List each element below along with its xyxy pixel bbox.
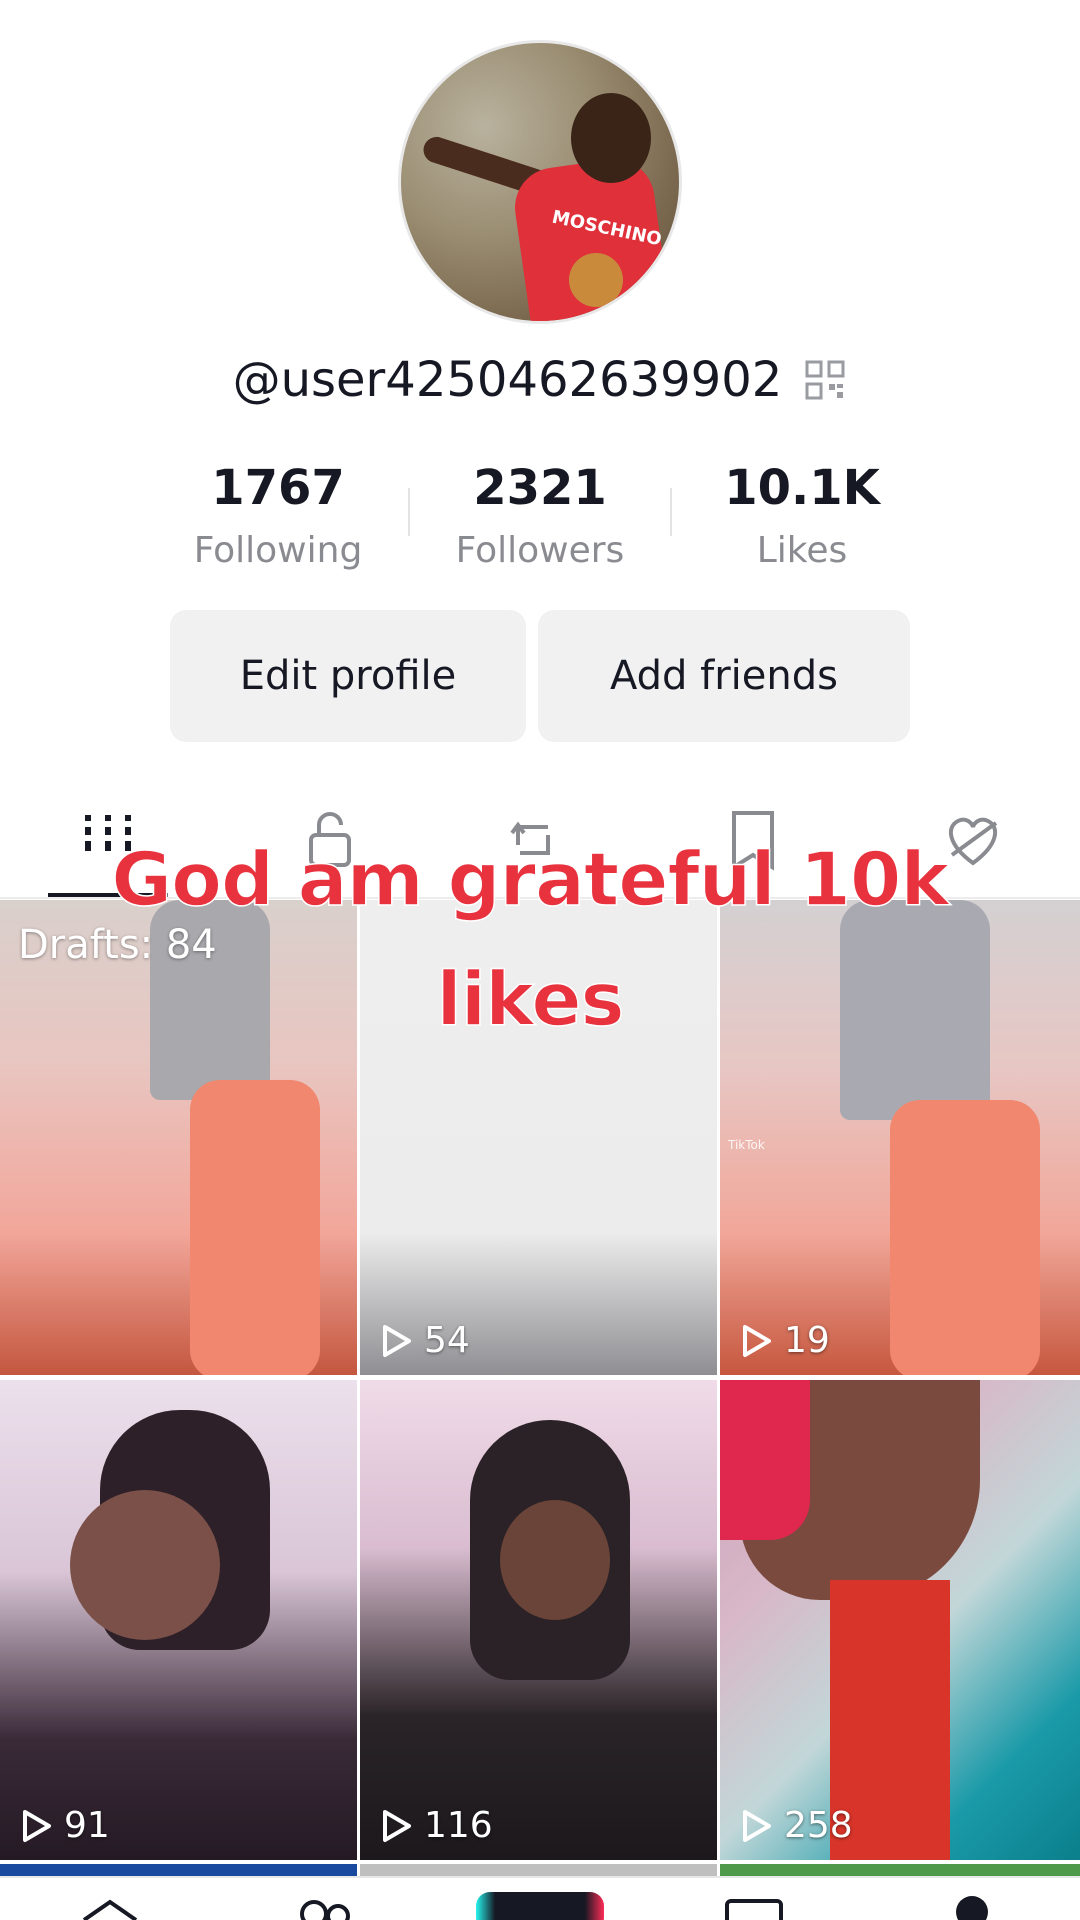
tiktok-watermark: TikTok [728, 1138, 765, 1152]
view-count-value: 54 [424, 1320, 470, 1361]
view-count: 19 [742, 1320, 830, 1361]
avatar-bear-print [569, 253, 623, 307]
view-count-value: 19 [784, 1320, 830, 1361]
video-thumbnail-figure [190, 1080, 320, 1375]
friends-icon[interactable] [292, 1898, 356, 1920]
video-thumbnail-scarf [720, 1380, 810, 1540]
video-tile[interactable]: 91 [0, 1380, 357, 1860]
view-count: 116 [382, 1805, 493, 1846]
caption-line-2: likes [436, 956, 626, 1044]
view-count: 91 [22, 1805, 110, 1846]
video-thumbnail-face [70, 1490, 220, 1640]
followers-count: 2321 [473, 460, 607, 516]
inbox-icon[interactable] [724, 1898, 784, 1920]
video-tile[interactable]: 258 [720, 1380, 1080, 1860]
view-count-value: 91 [64, 1805, 110, 1846]
stat-divider [408, 488, 410, 536]
profile-icon[interactable] [952, 1894, 992, 1920]
play-icon [383, 1324, 411, 1357]
add-friends-button[interactable]: Add friends [538, 610, 910, 742]
home-icon[interactable] [80, 1898, 140, 1920]
view-count: 258 [742, 1805, 853, 1846]
play-icon [23, 1809, 51, 1842]
play-icon [743, 1809, 771, 1842]
view-count-value: 116 [424, 1805, 493, 1846]
username-row: @user4250462639902 [0, 352, 1080, 408]
stat-divider [670, 488, 672, 536]
video-tile-partial[interactable] [360, 1864, 717, 1876]
view-count: 54 [382, 1320, 470, 1361]
following-label: Following [193, 530, 363, 571]
followers-label: Followers [455, 530, 625, 571]
stat-likes[interactable]: 10.1K Likes [692, 460, 912, 571]
play-icon [383, 1809, 411, 1842]
avatar-head [571, 93, 651, 183]
video-thumbnail-figure [890, 1100, 1040, 1375]
likes-count: 10.1K [724, 460, 880, 516]
caption-line-1: God am grateful 10k [111, 836, 951, 924]
username: @user4250462639902 [232, 352, 783, 408]
edit-profile-button[interactable]: Edit profile [170, 610, 526, 742]
video-thumbnail-face [500, 1500, 610, 1620]
create-button[interactable] [476, 1892, 604, 1920]
video-tile-partial[interactable] [0, 1864, 357, 1876]
video-tile[interactable]: 116 [360, 1380, 717, 1860]
profile-avatar[interactable]: MOSCHINO [398, 40, 682, 324]
stat-following[interactable]: 1767 Following [168, 460, 388, 571]
view-count-value: 258 [784, 1805, 853, 1846]
play-icon [743, 1324, 771, 1357]
likes-label: Likes [756, 530, 848, 571]
caption-overlay: God am grateful 10k likes [0, 820, 1060, 1060]
stat-followers[interactable]: 2321 Followers [430, 460, 650, 571]
following-count: 1767 [211, 460, 345, 516]
qr-code-icon[interactable] [803, 358, 847, 402]
video-tile-partial[interactable] [720, 1864, 1080, 1876]
